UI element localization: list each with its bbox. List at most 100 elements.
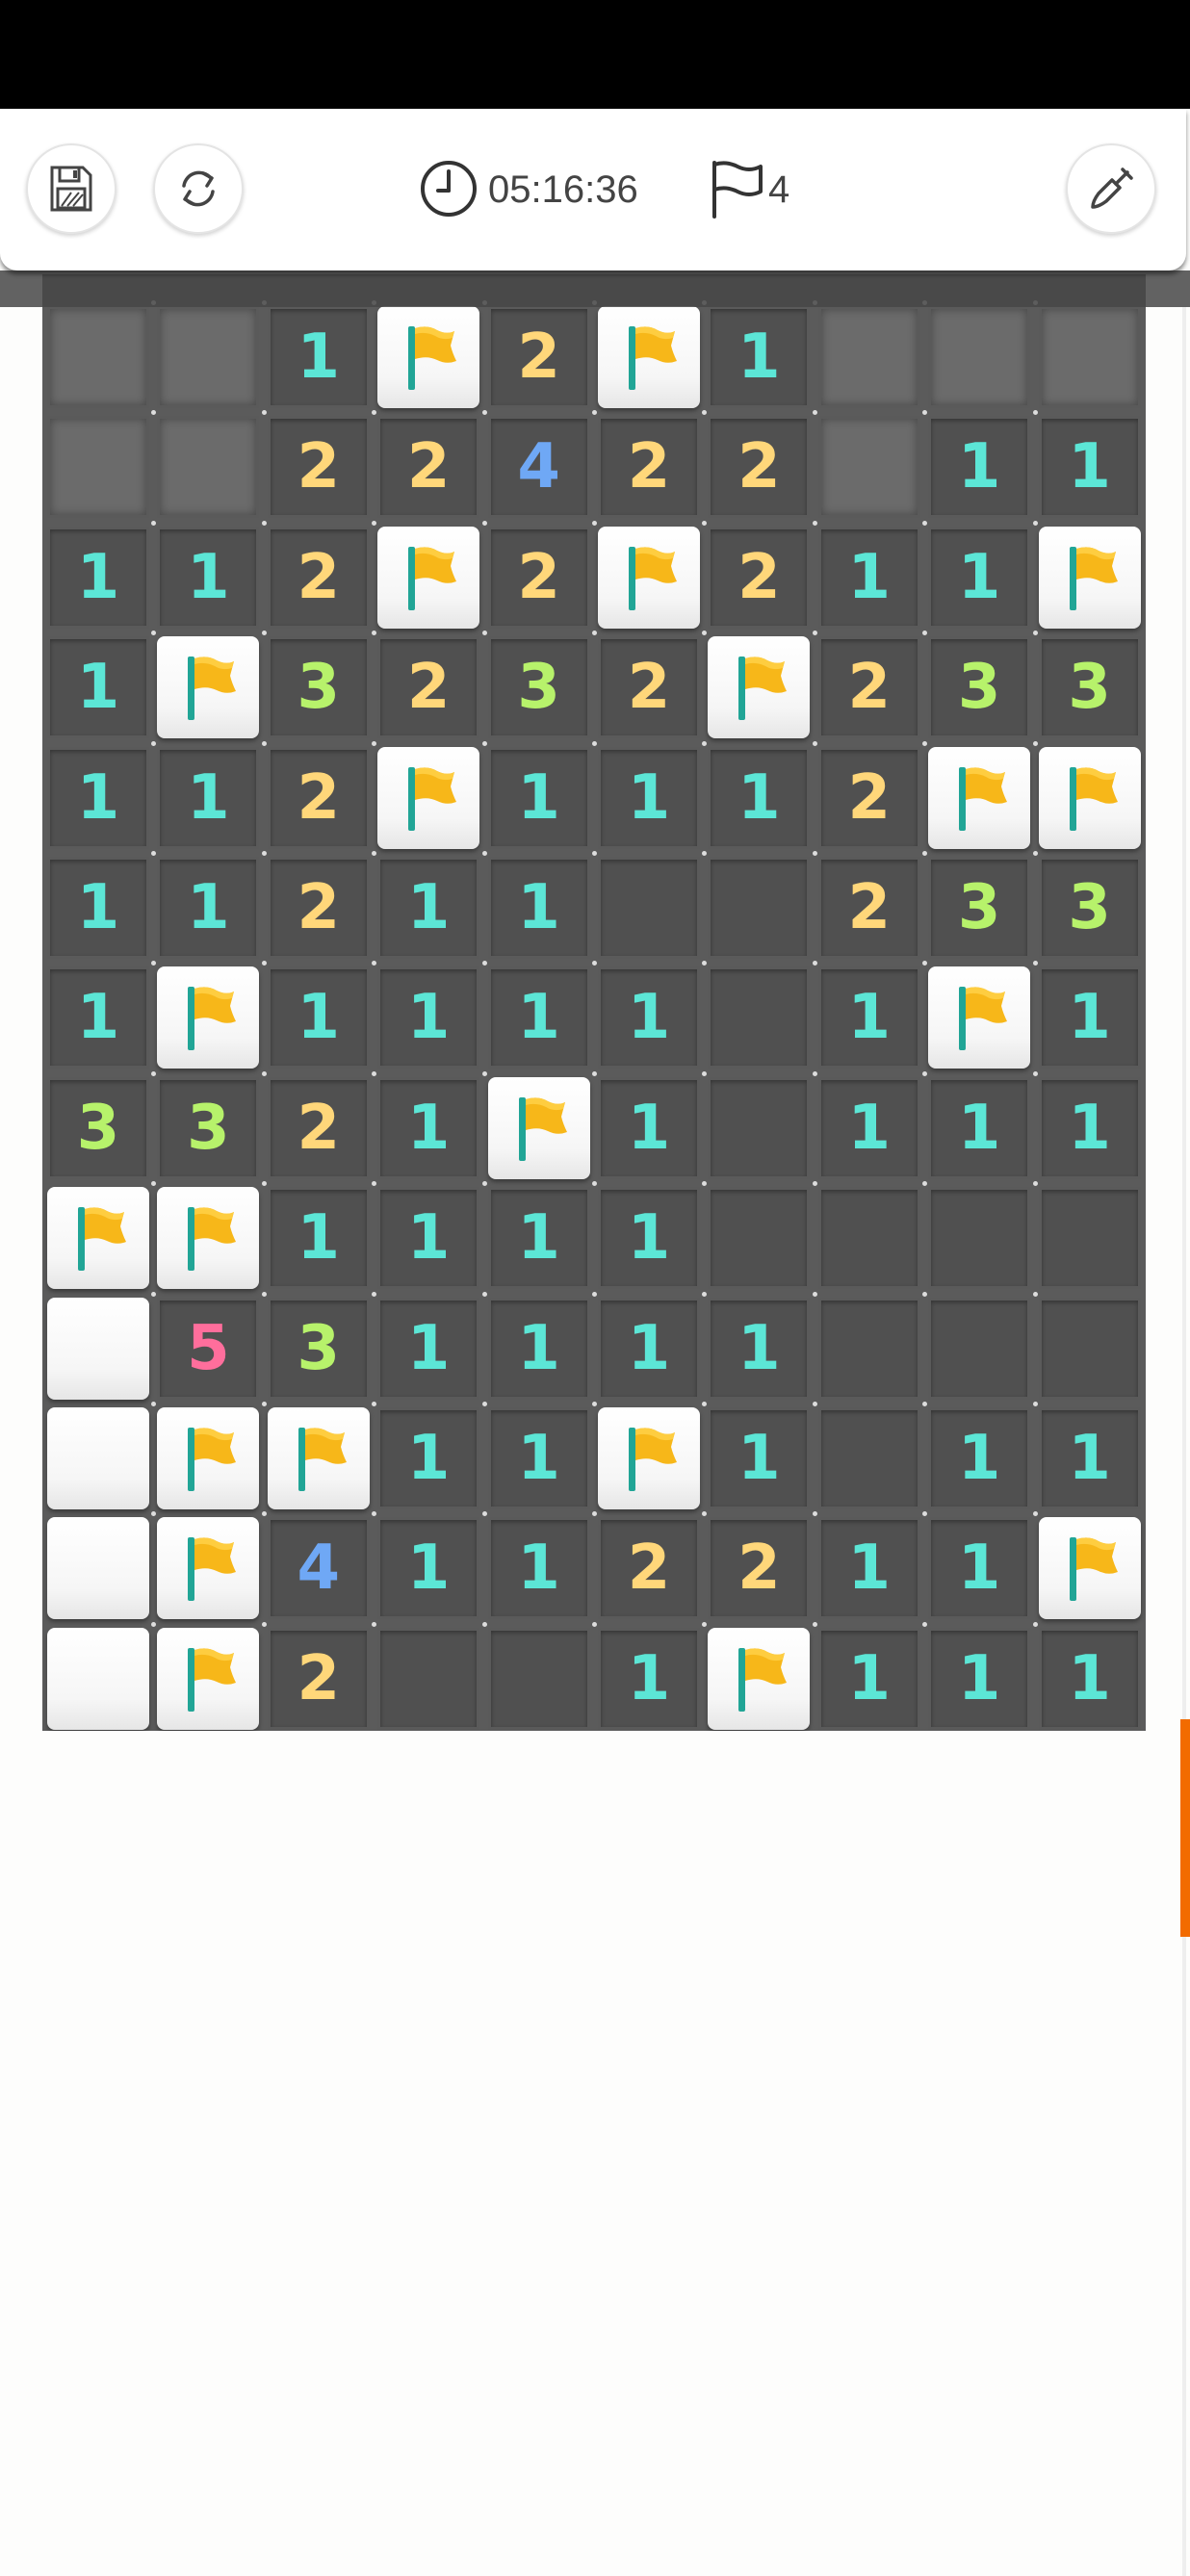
cell-flagged[interactable]	[708, 636, 811, 739]
cell-number[interactable]: 2	[708, 416, 811, 519]
cell-number[interactable]: 1	[377, 1517, 480, 1620]
cell-number[interactable]: 1	[47, 857, 149, 959]
cell-number[interactable]: 1	[377, 857, 480, 959]
cell-number[interactable]: 1	[157, 746, 260, 849]
cell-number[interactable]: 3	[267, 636, 370, 739]
cell-empty[interactable]	[817, 1297, 920, 1400]
cell-raised[interactable]	[47, 1627, 149, 1730]
cell-number[interactable]: 4	[267, 1517, 370, 1620]
cell-number[interactable]: 2	[487, 306, 590, 408]
save-button[interactable]	[26, 143, 116, 234]
cell-number[interactable]: 2	[708, 526, 811, 629]
cell-covered[interactable]	[47, 416, 149, 519]
cell-number[interactable]: 1	[267, 966, 370, 1069]
cell-number[interactable]: 1	[377, 1187, 480, 1290]
cell-number[interactable]: 2	[267, 1627, 370, 1730]
cell-number[interactable]: 1	[377, 966, 480, 1069]
cell-number[interactable]: 1	[817, 1076, 920, 1179]
scrollbar-thumb[interactable]	[1180, 1719, 1190, 1937]
cell-number[interactable]: 1	[47, 636, 149, 739]
cell-covered[interactable]	[47, 306, 149, 408]
cell-number[interactable]: 3	[1038, 857, 1141, 959]
cell-number[interactable]: 2	[377, 636, 480, 739]
cell-number[interactable]: 1	[157, 857, 260, 959]
cell-number[interactable]: 3	[928, 636, 1031, 739]
cell-number[interactable]: 1	[708, 746, 811, 849]
cell-number[interactable]: 2	[377, 416, 480, 519]
cell-number[interactable]: 1	[267, 306, 370, 408]
cell-empty[interactable]	[928, 1187, 1031, 1290]
cell-number[interactable]: 1	[928, 1627, 1031, 1730]
cell-number[interactable]: 1	[377, 1076, 480, 1179]
cell-covered[interactable]	[157, 416, 260, 519]
cell-number[interactable]: 1	[47, 746, 149, 849]
cell-number[interactable]: 2	[267, 526, 370, 629]
cell-number[interactable]: 1	[487, 966, 590, 1069]
cell-flagged[interactable]	[47, 1187, 149, 1290]
cell-number[interactable]: 1	[817, 1627, 920, 1730]
cell-number[interactable]: 2	[708, 1517, 811, 1620]
cell-flagged[interactable]	[157, 1627, 260, 1730]
cell-number[interactable]: 2	[267, 857, 370, 959]
cell-number[interactable]: 1	[1038, 1627, 1141, 1730]
cell-number[interactable]: 1	[598, 966, 700, 1069]
cell-number[interactable]: 3	[47, 1076, 149, 1179]
cell-number[interactable]: 1	[157, 526, 260, 629]
cell-empty[interactable]	[377, 1627, 480, 1730]
cell-covered[interactable]	[1038, 306, 1141, 408]
restart-button[interactable]	[153, 143, 244, 234]
cell-empty[interactable]	[708, 1187, 811, 1290]
cell-number[interactable]: 1	[598, 1076, 700, 1179]
cell-number[interactable]: 1	[1038, 1407, 1141, 1509]
cell-empty[interactable]	[598, 857, 700, 959]
cell-number[interactable]: 1	[817, 966, 920, 1069]
cell-number[interactable]: 2	[267, 416, 370, 519]
cell-flagged[interactable]	[928, 746, 1031, 849]
cell-number[interactable]: 1	[928, 1517, 1031, 1620]
dig-mode-button[interactable]	[1066, 143, 1156, 234]
cell-flagged[interactable]	[157, 1187, 260, 1290]
cell-empty[interactable]	[708, 966, 811, 1069]
cell-flagged[interactable]	[157, 966, 260, 1069]
cell-flagged[interactable]	[1038, 526, 1141, 629]
cell-flagged[interactable]	[157, 1517, 260, 1620]
cell-number[interactable]: 1	[928, 1076, 1031, 1179]
cell-empty[interactable]	[928, 1297, 1031, 1400]
cell-raised[interactable]	[47, 1517, 149, 1620]
cell-raised[interactable]	[47, 1297, 149, 1400]
cell-number[interactable]: 2	[817, 746, 920, 849]
cell-number[interactable]: 2	[267, 746, 370, 849]
cell-flagged[interactable]	[377, 526, 480, 629]
cell-number[interactable]: 1	[817, 1517, 920, 1620]
cell-flagged[interactable]	[1038, 746, 1141, 849]
cell-empty[interactable]	[487, 1627, 590, 1730]
cell-number[interactable]: 1	[487, 1297, 590, 1400]
cell-flagged[interactable]	[1038, 1517, 1141, 1620]
cell-number[interactable]: 1	[267, 1187, 370, 1290]
cell-number[interactable]: 1	[1038, 1076, 1141, 1179]
cell-number[interactable]: 1	[598, 1187, 700, 1290]
cell-number[interactable]: 2	[267, 1076, 370, 1179]
cell-raised[interactable]	[47, 1407, 149, 1509]
cell-number[interactable]: 1	[928, 416, 1031, 519]
cell-covered[interactable]	[817, 416, 920, 519]
cell-number[interactable]: 1	[708, 1297, 811, 1400]
cell-number[interactable]: 1	[928, 1407, 1031, 1509]
cell-number[interactable]: 2	[598, 636, 700, 739]
cell-number[interactable]: 3	[157, 1076, 260, 1179]
cell-flagged[interactable]	[267, 1407, 370, 1509]
cell-flagged[interactable]	[487, 1076, 590, 1179]
cell-number[interactable]: 3	[487, 636, 590, 739]
cell-flagged[interactable]	[157, 636, 260, 739]
cell-number[interactable]: 1	[598, 1297, 700, 1400]
cell-flagged[interactable]	[928, 966, 1031, 1069]
cell-number[interactable]: 1	[377, 1297, 480, 1400]
cell-number[interactable]: 1	[377, 1407, 480, 1509]
cell-empty[interactable]	[708, 1076, 811, 1179]
cell-number[interactable]: 1	[708, 306, 811, 408]
cell-number[interactable]: 3	[1038, 636, 1141, 739]
cell-flagged[interactable]	[157, 1407, 260, 1509]
cell-covered[interactable]	[817, 306, 920, 408]
cell-empty[interactable]	[1038, 1187, 1141, 1290]
cell-flagged[interactable]	[708, 1627, 811, 1730]
